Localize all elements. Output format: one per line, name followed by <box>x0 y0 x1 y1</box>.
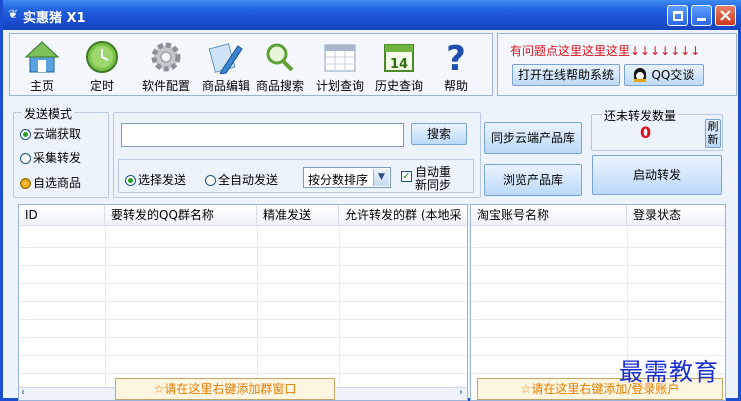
radio-cloud-fetch[interactable]: 云端获取 <box>20 125 81 142</box>
toolbar: 主页 定时 软件配置 商品编辑 商品搜索 计划查询 14 历史查询 ? 帮助 <box>9 33 493 96</box>
radio-auto-send[interactable]: 全自动发送 <box>205 171 278 188</box>
magnifier-icon <box>266 43 294 72</box>
app-icon: ❦ <box>8 7 19 21</box>
checkbox-icon: ✓ <box>401 171 412 182</box>
column-header-taobao-account[interactable]: 淘宝账号名称 <box>471 205 627 226</box>
close-button[interactable] <box>715 5 736 26</box>
pencil-icon <box>208 43 243 74</box>
close-icon <box>720 10 731 21</box>
scroll-left-icon[interactable]: ‹ <box>21 387 25 398</box>
scroll-right-icon[interactable]: › <box>459 387 463 398</box>
watermark-text: 最需教育 <box>619 358 719 386</box>
window-title: 实惠猪 X1 <box>23 11 86 26</box>
radio-self-select[interactable]: 自选商品 <box>20 174 81 191</box>
question-icon: ? <box>446 40 466 74</box>
home-icon <box>24 41 60 73</box>
search-panel: 搜索 选择发送 全自动发送 按分数排序 ▼ ✓ 自动重 新同步 <box>113 112 481 198</box>
toolbar-edit[interactable]: 商品编辑 <box>196 38 256 94</box>
send-options-row: 选择发送 全自动发送 按分数排序 ▼ ✓ 自动重 新同步 <box>118 159 474 193</box>
search-button[interactable]: 搜索 <box>411 123 467 145</box>
main-window: ❦ 实惠猪 X1 主页 定时 软件配置 商品编辑 商品搜索 计划查询 14 历史… <box>0 0 741 401</box>
toolbar-help[interactable]: ? 帮助 <box>434 38 478 94</box>
radio-collect-forward[interactable]: 采集转发 <box>20 149 81 166</box>
calendar-14-icon: 14 <box>384 44 414 72</box>
help-notice: 有问题点这里这里这里↓↓↓↓↓↓↓ <box>510 44 701 58</box>
browse-library-button[interactable]: 浏览产品库 <box>484 164 582 196</box>
send-mode-group: 发送模式 云端获取 采集转发 自选商品 <box>13 105 109 198</box>
sync-cloud-library-button[interactable]: 同步云端产品库 <box>484 122 582 154</box>
qq-penguin-icon <box>633 68 646 82</box>
toolbar-settings[interactable]: 软件配置 <box>136 38 196 94</box>
column-header-group-name[interactable]: 要转发的QQ群名称 <box>105 205 257 226</box>
gear-icon <box>151 42 181 72</box>
refresh-button[interactable]: 刷 新 <box>705 119 721 148</box>
svg-text:?: ? <box>446 40 466 74</box>
toolbar-search[interactable]: 商品搜索 <box>253 38 307 94</box>
pending-count-group: 还未转发数量 0 刷 新 <box>591 107 723 151</box>
toolbar-plan-query[interactable]: 计划查询 <box>312 38 368 94</box>
clock-icon <box>86 41 118 73</box>
calendar-grid-icon <box>324 44 356 72</box>
minimize-icon <box>697 18 706 21</box>
toolbar-history-query[interactable]: 14 历史查询 <box>370 38 428 94</box>
search-input[interactable] <box>121 123 404 147</box>
start-forward-button[interactable]: 启动转发 <box>592 155 722 195</box>
toolbar-timer[interactable]: 定时 <box>80 38 124 94</box>
maximize-button[interactable] <box>667 5 688 26</box>
groups-add-hint: ☆请在这里右键添加群窗口 <box>115 378 335 400</box>
help-panel: 有问题点这里这里这里↓↓↓↓↓↓↓ 打开在线帮助系统 QQ交谈 <box>497 33 737 96</box>
column-header-id[interactable]: ID <box>19 205 105 226</box>
radio-select-send[interactable]: 选择发送 <box>125 171 186 188</box>
qq-chat-button[interactable]: QQ交谈 <box>624 64 704 86</box>
title-bar[interactable]: ❦ 实惠猪 X1 <box>3 0 741 30</box>
column-header-login-status[interactable]: 登录状态 <box>627 205 725 226</box>
chevron-down-icon: ▼ <box>373 169 389 186</box>
minimize-button[interactable] <box>691 5 712 26</box>
groups-table[interactable]: ID 要转发的QQ群名称 精准发送 允许转发的群 (本地采 ‹ › <box>18 204 468 401</box>
auto-resync-checkbox[interactable]: ✓ 自动重 新同步 <box>401 163 471 192</box>
svg-text:14: 14 <box>390 57 408 72</box>
column-header-allowed-groups[interactable]: 允许转发的群 (本地采 <box>339 205 467 226</box>
pending-count: 0 <box>640 123 652 142</box>
open-online-help-button[interactable]: 打开在线帮助系统 <box>512 64 620 86</box>
sort-select[interactable]: 按分数排序 ▼ <box>303 167 391 188</box>
column-header-precise-send[interactable]: 精准发送 <box>257 205 339 226</box>
toolbar-home[interactable]: 主页 <box>20 38 64 94</box>
maximize-icon <box>673 11 683 21</box>
